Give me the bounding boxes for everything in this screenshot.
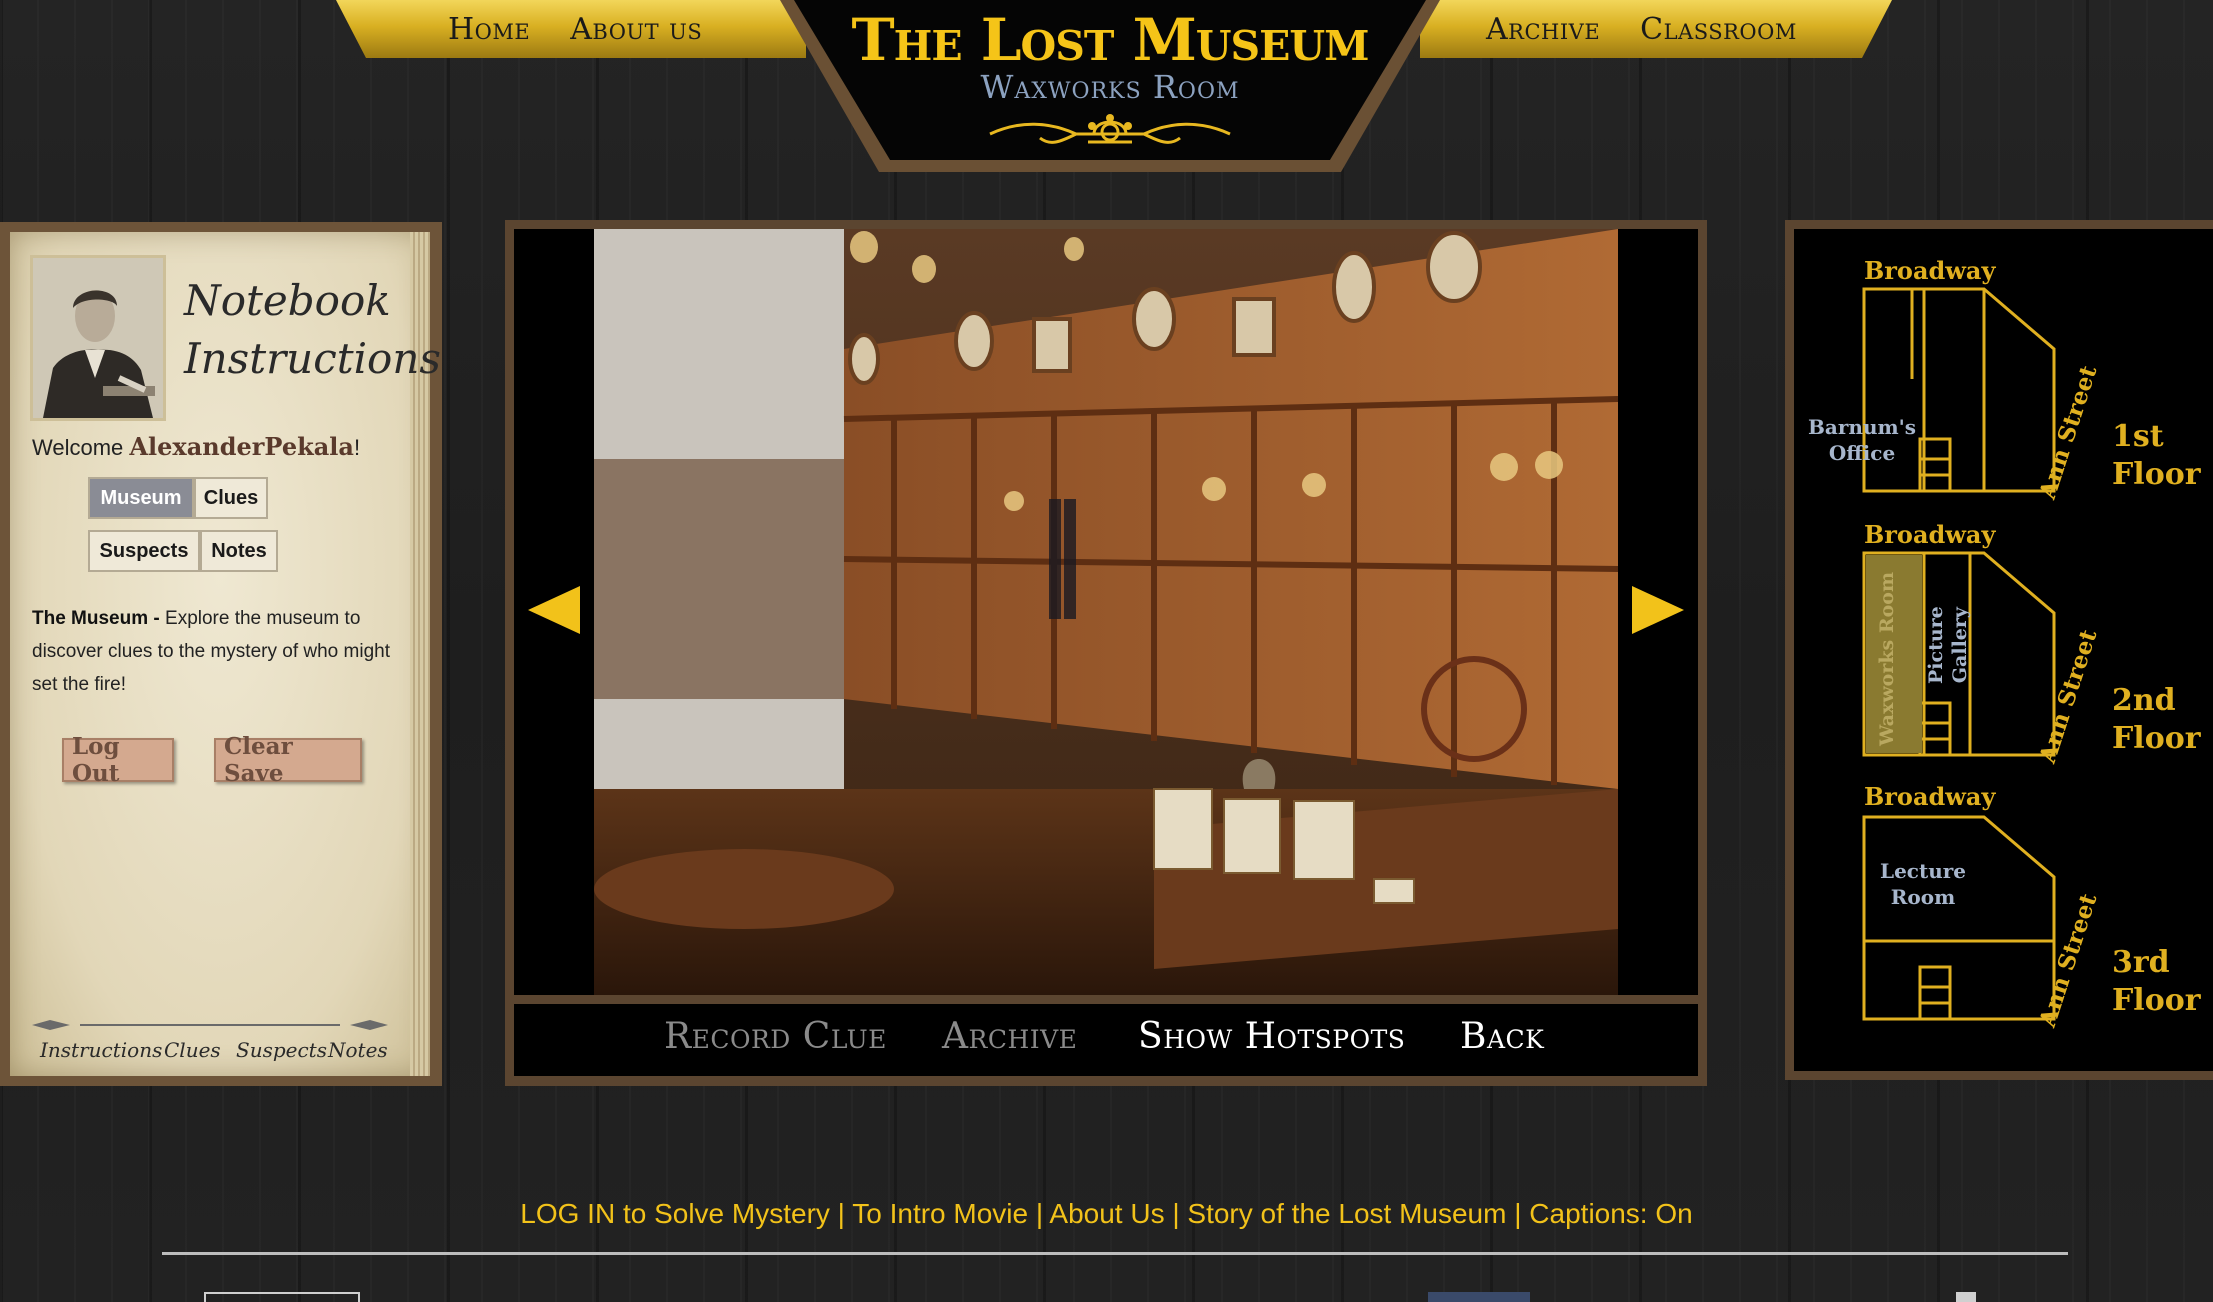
map-lecture-room[interactable]: Lecture Room [1880,858,1966,910]
partner-logo-2[interactable] [1956,1292,1976,1302]
footer-story-link[interactable]: Story of the Lost Museum [1187,1198,1506,1229]
username: AlexanderPekala [129,432,354,461]
floor-2-number: 2nd [2112,683,2176,718]
description-heading: The Museum - [32,608,166,629]
barnum-portrait [30,255,166,421]
map-floor-1[interactable]: 1st Floor [2112,418,2201,494]
map-floor-2[interactable]: 2nd Floor [2112,682,2201,758]
tab-suspects[interactable]: Suspects [88,530,200,572]
map-barnums-office-line2: Office [1828,441,1896,465]
footer-about-link[interactable]: About Us [1049,1198,1164,1229]
notebook-footer-suspects[interactable]: Suspects [236,1038,327,1062]
clear-save-button[interactable]: Clear Save [214,733,362,787]
welcome-prefix: Welcome [32,435,130,460]
nav-classroom-link[interactable]: Classroom [1640,12,1797,47]
ornament-flourish-icon [989,114,1231,144]
floor-3-label: Floor [2112,983,2201,1018]
partner-logo[interactable] [1428,1292,1530,1302]
next-view-arrow[interactable] [1632,586,1684,634]
footer-separator: | [1506,1198,1530,1229]
tab-notes[interactable]: Notes [200,530,278,572]
license-badge[interactable] [204,1292,360,1302]
map-broadway-label-3: Broadway [1864,782,1996,811]
footer-separator: | [1164,1198,1188,1229]
map-picture-gallery[interactable]: Picture Gallery [1924,606,1972,684]
map-barnums-office-line1: Barnum's [1808,415,1917,439]
map-picture-gallery-line2: Gallery [1949,607,1971,684]
map-waxworks-room[interactable]: Waxworks Room [1874,572,1900,746]
notebook-divider [32,1020,388,1030]
back-button[interactable]: Back [1460,1016,1544,1057]
map-picture-gallery-line1: Picture [1925,606,1947,684]
site-title[interactable]: The Lost Museum [780,6,1440,74]
welcome-suffix: ! [353,435,361,460]
notebook-title-line1: Notebook [184,276,391,325]
map-broadway-label-1: Broadway [1864,256,1996,285]
logout-button[interactable]: Log Out [62,733,174,787]
tab-clues[interactable]: Clues [194,477,268,519]
map-floor-3[interactable]: 3rd Floor [2112,944,2201,1020]
notebook-footer-clues[interactable]: Clues [164,1038,221,1062]
nav-home-link[interactable]: Home [448,12,530,47]
map-lecture-room-line2: Room [1890,885,1956,909]
floor-2-label: Floor [2112,721,2201,756]
footer-links: LOG IN to Solve Mystery | To Intro Movie… [0,1198,2213,1230]
footer-captions-toggle[interactable]: Captions: On [1529,1198,1692,1229]
floor-1-label: Floor [2112,457,2201,492]
room-title: Waxworks Room [980,68,1240,106]
museum-scene-image[interactable] [594,229,1618,995]
tab-museum[interactable]: Museum [88,477,194,519]
floor3-outline [1862,815,2056,1021]
nav-archive-link[interactable]: Archive [1486,12,1600,47]
footer-separator: | [829,1198,853,1229]
footer-login-link[interactable]: LOG IN to Solve Mystery [520,1198,830,1229]
welcome-message: Welcome AlexanderPekala! [32,432,360,461]
footer-divider [162,1252,2068,1255]
notebook-title-line2: Instructions [184,334,441,383]
top-nav-right: Archive Classroom [1420,0,1892,58]
map-lecture-room-line1: Lecture [1880,859,1967,883]
show-hotspots-button[interactable]: Show Hotspots [1138,1016,1405,1057]
map-barnums-office[interactable]: Barnum's Office [1808,414,1916,466]
record-clue-button[interactable]: Record Clue [664,1016,887,1057]
notebook-footer-notes[interactable]: Notes [328,1038,388,1062]
portrait-figure-icon [33,258,163,418]
map-broadway-label-2: Broadway [1864,520,1996,549]
notebook-title: Notebook Instructions [184,272,441,388]
floor-3-number: 3rd [2112,945,2170,980]
viewer-archive-button[interactable]: Archive [942,1016,1077,1057]
waxworks-room-illustration [594,229,1618,995]
floor-1-number: 1st [2112,419,2164,454]
top-nav-left: Home About us [336,0,806,58]
previous-view-arrow[interactable] [528,586,580,634]
notebook-description: The Museum - Explore the museum to disco… [32,602,392,701]
nav-about-link[interactable]: About us [570,12,702,47]
footer-intro-link[interactable]: To Intro Movie [852,1198,1028,1229]
notebook-footer-instructions[interactable]: Instructions [40,1038,162,1062]
footer-separator: | [1028,1198,1050,1229]
